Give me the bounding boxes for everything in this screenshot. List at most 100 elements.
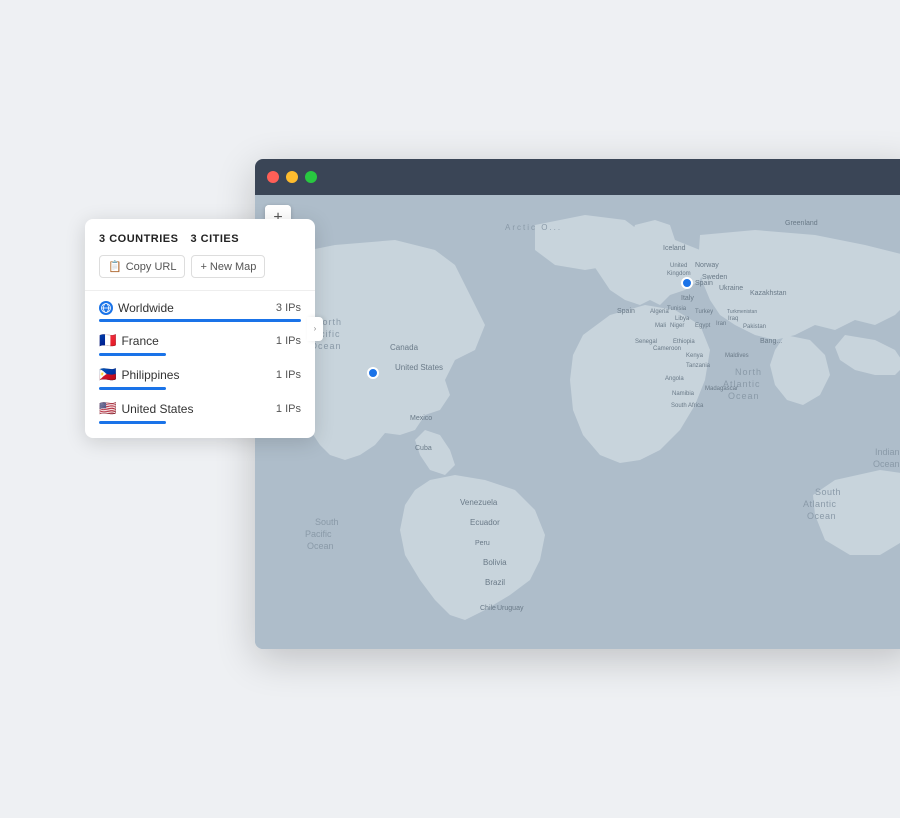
svg-text:Cameroon: Cameroon — [653, 346, 681, 352]
country-name: Worldwide — [118, 301, 174, 315]
svg-text:Spain: Spain — [617, 308, 635, 315]
svg-text:Ukraine: Ukraine — [719, 285, 743, 292]
svg-text:Madagascar: Madagascar — [705, 386, 738, 392]
cities-stat: 3 CITIES — [190, 233, 239, 245]
ip-item-label: 🇺🇸 United States — [99, 400, 193, 417]
scene: North Pacific Ocean North Atlantic Ocean… — [85, 159, 815, 689]
svg-text:Atlantic: Atlantic — [803, 499, 837, 509]
flag-icon: 🇫🇷 — [99, 332, 116, 349]
countries-label: COUNTRIES — [109, 233, 178, 245]
svg-text:Libya: Libya — [675, 316, 690, 322]
svg-text:Ecuador: Ecuador — [470, 518, 500, 527]
svg-text:Spain: Spain — [695, 280, 713, 287]
svg-text:Tunisia: Tunisia — [667, 306, 687, 312]
browser-titlebar — [255, 159, 900, 195]
svg-text:Senegal: Senegal — [635, 339, 657, 345]
ip-list: Worldwide 3 IPs 🇫🇷 France 1 IPs — [99, 301, 301, 424]
globe-icon — [99, 301, 113, 315]
svg-text:Pacific: Pacific — [305, 529, 332, 539]
ip-item-label: 🇵🇭 Philippines — [99, 366, 179, 383]
countries-stat: 3 COUNTRIES — [99, 233, 178, 245]
panel-header: 3 COUNTRIES 3 CITIES — [99, 233, 301, 245]
svg-text:Ethiopia: Ethiopia — [673, 339, 695, 345]
ip-item-row: 🇫🇷 France 1 IPs — [99, 332, 301, 349]
copy-icon: 📋 — [108, 260, 122, 273]
svg-text:Venezuela: Venezuela — [460, 498, 498, 507]
svg-text:Greenland: Greenland — [785, 220, 818, 227]
world-map: North Pacific Ocean North Atlantic Ocean… — [255, 195, 900, 649]
svg-text:Indian: Indian — [875, 447, 900, 457]
svg-text:Ocean: Ocean — [807, 511, 836, 521]
svg-text:Algeria: Algeria — [650, 309, 669, 315]
svg-text:Italy: Italy — [681, 295, 694, 302]
svg-text:Kazakhstan: Kazakhstan — [750, 290, 787, 297]
svg-text:Iceland: Iceland — [663, 245, 686, 252]
svg-text:Brazil: Brazil — [485, 578, 505, 587]
svg-text:Mali: Mali — [655, 323, 666, 329]
close-button[interactable] — [267, 171, 279, 183]
country-name: United States — [121, 402, 193, 416]
countries-count: 3 — [99, 233, 106, 245]
svg-text:Uruguay: Uruguay — [497, 605, 524, 612]
svg-text:Namibia: Namibia — [672, 391, 695, 397]
svg-text:Arctic O...: Arctic O... — [505, 223, 562, 232]
svg-text:Chile: Chile — [480, 605, 496, 612]
ip-count: 1 IPs — [276, 335, 301, 347]
ip-bar — [99, 319, 301, 322]
ip-bar — [99, 421, 166, 424]
svg-text:Ocean: Ocean — [728, 391, 760, 401]
panel-collapse-button[interactable]: › — [307, 317, 323, 341]
country-name: Philippines — [121, 368, 179, 382]
ip-item-row: Worldwide 3 IPs — [99, 301, 301, 315]
ip-item-label: 🇫🇷 France — [99, 332, 159, 349]
list-item: 🇺🇸 United States 1 IPs — [99, 400, 301, 424]
svg-text:Peru: Peru — [475, 540, 490, 547]
ip-item-row: 🇺🇸 United States 1 IPs — [99, 400, 301, 417]
flag-icon: 🇺🇸 — [99, 400, 116, 417]
maximize-button[interactable] — [305, 171, 317, 183]
browser-window: North Pacific Ocean North Atlantic Ocean… — [255, 159, 900, 649]
svg-text:Iraq: Iraq — [728, 316, 738, 322]
svg-text:Ocean: Ocean — [873, 459, 900, 469]
new-map-button[interactable]: + New Map — [191, 255, 265, 278]
svg-text:Bang...: Bang... — [760, 338, 782, 345]
cities-count: 3 — [190, 233, 197, 245]
map-background: North Pacific Ocean North Atlantic Ocean… — [255, 195, 900, 649]
copy-url-button[interactable]: 📋 Copy URL — [99, 255, 185, 278]
svg-text:Pakistan: Pakistan — [743, 324, 766, 330]
ip-bar — [99, 387, 166, 390]
svg-text:Kingdom: Kingdom — [667, 271, 691, 277]
svg-text:Tanzania: Tanzania — [686, 363, 711, 369]
svg-text:South: South — [815, 487, 841, 497]
new-map-label: + New Map — [200, 261, 256, 273]
list-item: 🇫🇷 France 1 IPs — [99, 332, 301, 356]
svg-text:Niger: Niger — [670, 323, 684, 329]
copy-url-label: Copy URL — [126, 261, 177, 273]
svg-text:Maldives: Maldives — [725, 353, 749, 359]
panel-actions: 📋 Copy URL + New Map — [99, 255, 301, 278]
list-item: 🇵🇭 Philippines 1 IPs — [99, 366, 301, 390]
svg-text:North: North — [735, 367, 762, 377]
svg-text:Bolivia: Bolivia — [483, 558, 507, 567]
svg-text:United States: United States — [395, 363, 443, 372]
cities-label: CITIES — [201, 233, 239, 245]
svg-text:Norway: Norway — [695, 262, 719, 269]
browser-content: North Pacific Ocean North Atlantic Ocean… — [255, 195, 900, 649]
svg-text:Turkey: Turkey — [695, 309, 713, 315]
svg-text:Angola: Angola — [665, 376, 684, 382]
minimize-button[interactable] — [286, 171, 298, 183]
ip-bar — [99, 353, 166, 356]
svg-text:Ocean: Ocean — [307, 541, 334, 551]
svg-text:Kenya: Kenya — [686, 353, 704, 359]
svg-text:Cuba: Cuba — [415, 445, 432, 452]
svg-text:Egypt: Egypt — [695, 323, 711, 329]
ip-count: 3 IPs — [276, 302, 301, 314]
side-panel: 3 COUNTRIES 3 CITIES 📋 Copy URL + New Ma… — [85, 219, 315, 438]
svg-text:South: South — [315, 517, 339, 527]
svg-text:South Africa: South Africa — [671, 403, 704, 409]
svg-text:Mexico: Mexico — [410, 415, 432, 422]
svg-text:United: United — [670, 263, 687, 269]
svg-text:Canada: Canada — [390, 343, 419, 352]
country-name: France — [121, 334, 158, 348]
ip-count: 1 IPs — [276, 403, 301, 415]
